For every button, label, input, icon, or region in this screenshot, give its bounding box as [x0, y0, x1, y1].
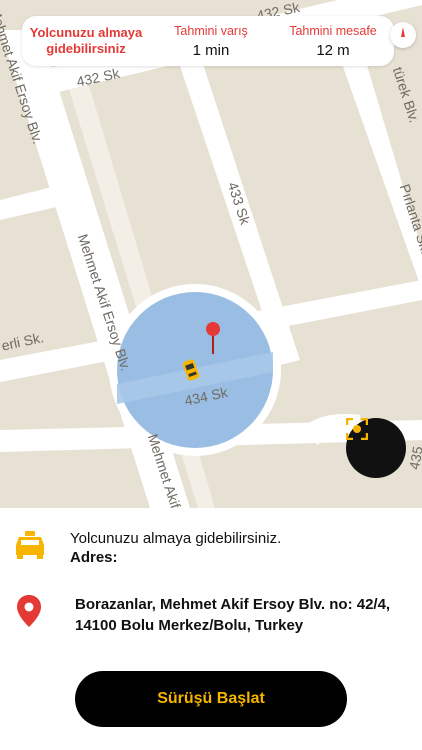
map-pin-icon: [206, 322, 220, 336]
status-column: Yolcunuzu almaya gidebilirsiniz: [22, 16, 150, 66]
start-ride-button[interactable]: Sürüşü Başlat: [75, 671, 347, 727]
trip-info-card: Yolcunuzu almaya gidebilirsiniz Tahmini …: [22, 16, 394, 66]
distance-label: Tahmini mesafe: [289, 23, 377, 38]
location-pin-icon: [17, 595, 41, 632]
distance-value: 12 m: [316, 41, 350, 59]
recenter-button[interactable]: [346, 418, 406, 478]
map-view[interactable]: Mehmet Akif Ersoy Blv. Mehmet Akif Ersoy…: [0, 0, 422, 508]
address-label: Adres:: [70, 549, 118, 566]
taxi-icon: [14, 531, 46, 564]
pickup-address: Borazanlar, Mehmet Akif Ersoy Blv. no: 4…: [75, 596, 391, 634]
compass-icon[interactable]: [390, 22, 416, 48]
eta-value: 1 min: [192, 41, 230, 59]
street-label: 435: [406, 444, 422, 471]
status-text: Yolcunuzu almaya gidebilirsiniz: [29, 25, 143, 56]
distance-column: Tahmini mesafe 12 m: [272, 16, 394, 66]
status-message: Yolcunuzu almaya gidebilirsiniz.: [70, 530, 282, 547]
eta-label: Tahmini varış: [174, 23, 248, 38]
eta-column: Tahmini varış 1 min: [150, 16, 272, 66]
focus-target-icon: [346, 418, 368, 440]
